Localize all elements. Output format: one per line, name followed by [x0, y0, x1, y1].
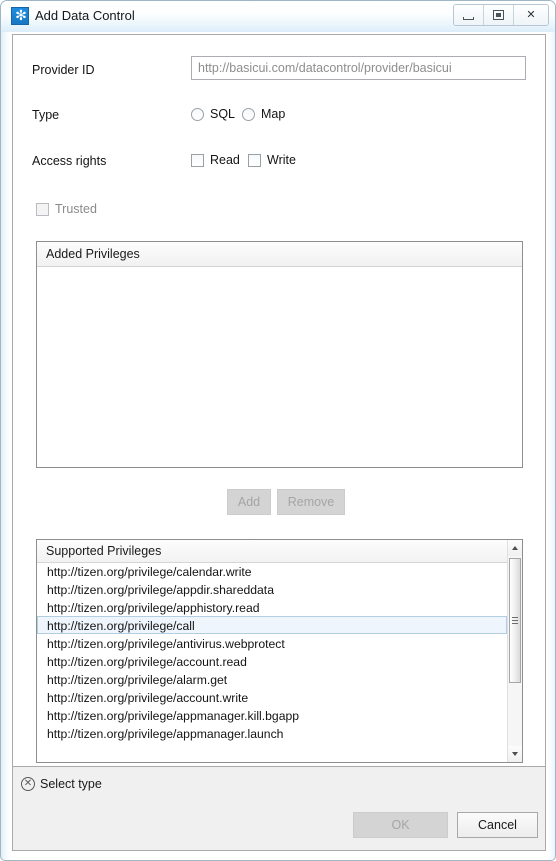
list-item[interactable]: http://tizen.org/privilege/appmanager.ki… [37, 706, 507, 724]
window-title: Add Data Control [35, 8, 135, 23]
footer-divider [13, 799, 545, 800]
checkbox-trusted-indicator [36, 202, 49, 216]
radio-sql-indicator [191, 107, 204, 121]
provider-id-label: Provider ID [32, 63, 95, 77]
title-bar: ✻ Add Data Control ✕ [1, 1, 555, 32]
list-item[interactable]: http://tizen.org/privilege/appdir.shared… [37, 580, 507, 598]
checkbox-write-indicator [248, 153, 261, 167]
add-button[interactable]: Add [227, 489, 271, 515]
scrollbar-thumb[interactable] [509, 558, 521, 683]
minimize-icon [463, 17, 474, 20]
supported-privileges-rows: http://tizen.org/privilege/calendar.writ… [37, 562, 507, 762]
dialog-content: Provider ID http://basicui.com/datacontr… [12, 34, 546, 767]
added-privileges-header-label: Added Privileges [46, 247, 140, 261]
close-button[interactable]: ✕ [514, 5, 548, 25]
remove-button[interactable]: Remove [277, 489, 345, 515]
radio-sql[interactable]: SQL [191, 107, 235, 121]
scroll-down-arrow-icon[interactable] [508, 746, 522, 762]
provider-id-value: http://basicui.com/datacontrol/provider/… [198, 61, 452, 75]
list-item[interactable]: http://tizen.org/privilege/account.write [37, 688, 507, 706]
type-label: Type [32, 108, 60, 122]
restore-icon [493, 10, 504, 20]
radio-map-indicator [242, 107, 255, 121]
radio-sql-label: SQL [210, 107, 236, 121]
dialog-window: ✻ Add Data Control ✕ Provider ID http://… [0, 0, 556, 861]
tizen-star-icon: ✻ [11, 7, 29, 25]
supported-privileges-header-label: Supported Privileges [46, 544, 162, 558]
list-item[interactable]: http://tizen.org/privilege/account.read [37, 652, 507, 670]
checkbox-trusted-label: Trusted [55, 202, 97, 216]
checkbox-write-label: Write [267, 153, 296, 167]
list-item[interactable]: http://tizen.org/privilege/alarm.get [37, 670, 507, 688]
checkbox-read[interactable]: Read [191, 153, 240, 167]
cancel-button[interactable]: Cancel [457, 812, 538, 838]
list-vertical-scrollbar[interactable] [507, 540, 522, 762]
provider-id-input[interactable]: http://basicui.com/datacontrol/provider/… [191, 56, 526, 80]
access-rights-label: Access rights [32, 154, 107, 168]
ok-button[interactable]: OK [353, 812, 448, 838]
list-item[interactable]: http://tizen.org/privilege/calendar.writ… [37, 562, 507, 580]
added-privileges-header: Added Privileges [37, 242, 522, 267]
checkbox-trusted[interactable]: Trusted [36, 202, 97, 216]
supported-privileges-list[interactable]: Supported Privileges http://tizen.org/pr… [36, 539, 523, 763]
restore-button[interactable] [484, 5, 514, 25]
error-circle-x-icon: ✕ [21, 777, 35, 791]
list-item-selected[interactable]: http://tizen.org/privilege/call [37, 616, 507, 634]
dialog-footer: ✕ Select type OK Cancel [12, 767, 546, 851]
added-privileges-table[interactable]: Added Privileges [36, 241, 523, 468]
list-item[interactable]: http://tizen.org/privilege/antivirus.web… [37, 634, 507, 652]
close-icon: ✕ [526, 8, 536, 21]
radio-map[interactable]: Map [242, 107, 285, 121]
status-message: Select type [40, 777, 102, 791]
minimize-button[interactable] [454, 5, 484, 25]
checkbox-read-label: Read [210, 153, 240, 167]
list-item[interactable]: http://tizen.org/privilege/apphistory.re… [37, 598, 507, 616]
checkbox-write[interactable]: Write [248, 153, 296, 167]
radio-map-label: Map [261, 107, 286, 121]
star-glyph: ✻ [15, 8, 27, 24]
list-item[interactable]: http://tizen.org/privilege/appmanager.la… [37, 724, 507, 742]
supported-privileges-header: Supported Privileges [37, 540, 522, 563]
checkbox-read-indicator [191, 153, 204, 167]
scroll-up-arrow-icon[interactable] [508, 540, 522, 556]
window-controls: ✕ [453, 4, 549, 26]
scrollbar-grip-icon [512, 617, 518, 624]
